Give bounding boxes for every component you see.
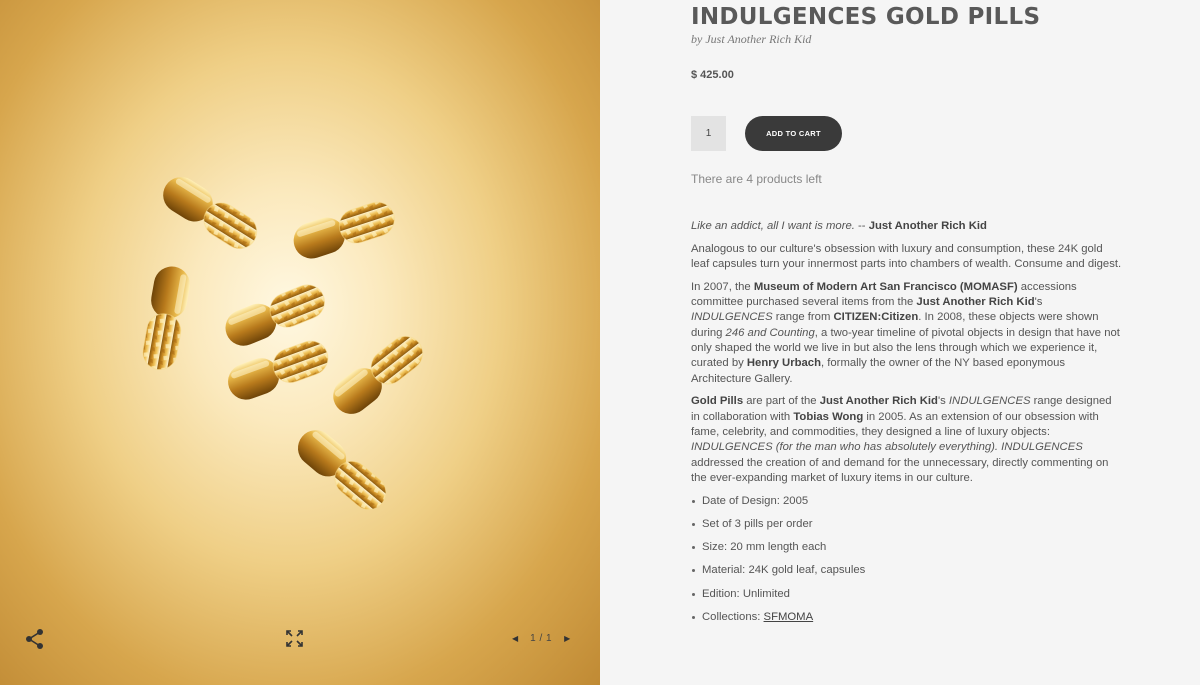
chevron-left-icon[interactable]: ◀ xyxy=(512,634,518,643)
list-item: Date of Design: 2005 xyxy=(691,494,1123,517)
chevron-right-icon[interactable]: ▶ xyxy=(564,634,570,643)
list-item: Edition: Unlimited xyxy=(691,587,1123,610)
pager-count: 1 / 1 xyxy=(530,633,553,644)
quantity-input[interactable]: 1 xyxy=(691,116,726,151)
description-paragraph-3: Gold Pills are part of the Just Another … xyxy=(691,395,1112,484)
share-icon[interactable] xyxy=(25,628,45,650)
product-details: INDULGENCES GOLD PILLS by Just Another R… xyxy=(600,0,1200,685)
list-item: Set of 3 pills per order xyxy=(691,517,1123,540)
product-byline: by Just Another Rich Kid xyxy=(691,32,812,46)
stock-status: There are 4 products left xyxy=(691,172,822,186)
product-description: Like an addict, all I want is more. -- J… xyxy=(691,219,1123,633)
description-paragraph-1: Analogous to our culture's obsession wit… xyxy=(691,242,1122,271)
quote: Like an addict, all I want is more. -- J… xyxy=(691,220,987,232)
description-paragraph-2: In 2007, the Museum of Modern Art San Fr… xyxy=(691,280,1120,385)
product-price: $ 425.00 xyxy=(691,69,734,81)
collection-link[interactable]: SFMOMA xyxy=(764,611,814,623)
expand-icon[interactable] xyxy=(286,630,303,647)
product-gallery: ◀ 1 / 1 ▶ xyxy=(0,0,600,685)
list-item: Material: 24K gold leaf, capsules xyxy=(691,563,1123,586)
spec-list: Date of Design: 2005 Set of 3 pills per … xyxy=(691,494,1123,633)
add-to-cart-button[interactable]: ADD TO CART xyxy=(745,116,842,151)
product-title: INDULGENCES GOLD PILLS xyxy=(691,4,1041,30)
product-image xyxy=(138,169,431,518)
list-item-collections: Collections: SFMOMA xyxy=(691,610,1123,633)
image-pager: ◀ 1 / 1 ▶ xyxy=(512,633,570,644)
list-item: Size: 20 mm length each xyxy=(691,540,1123,563)
